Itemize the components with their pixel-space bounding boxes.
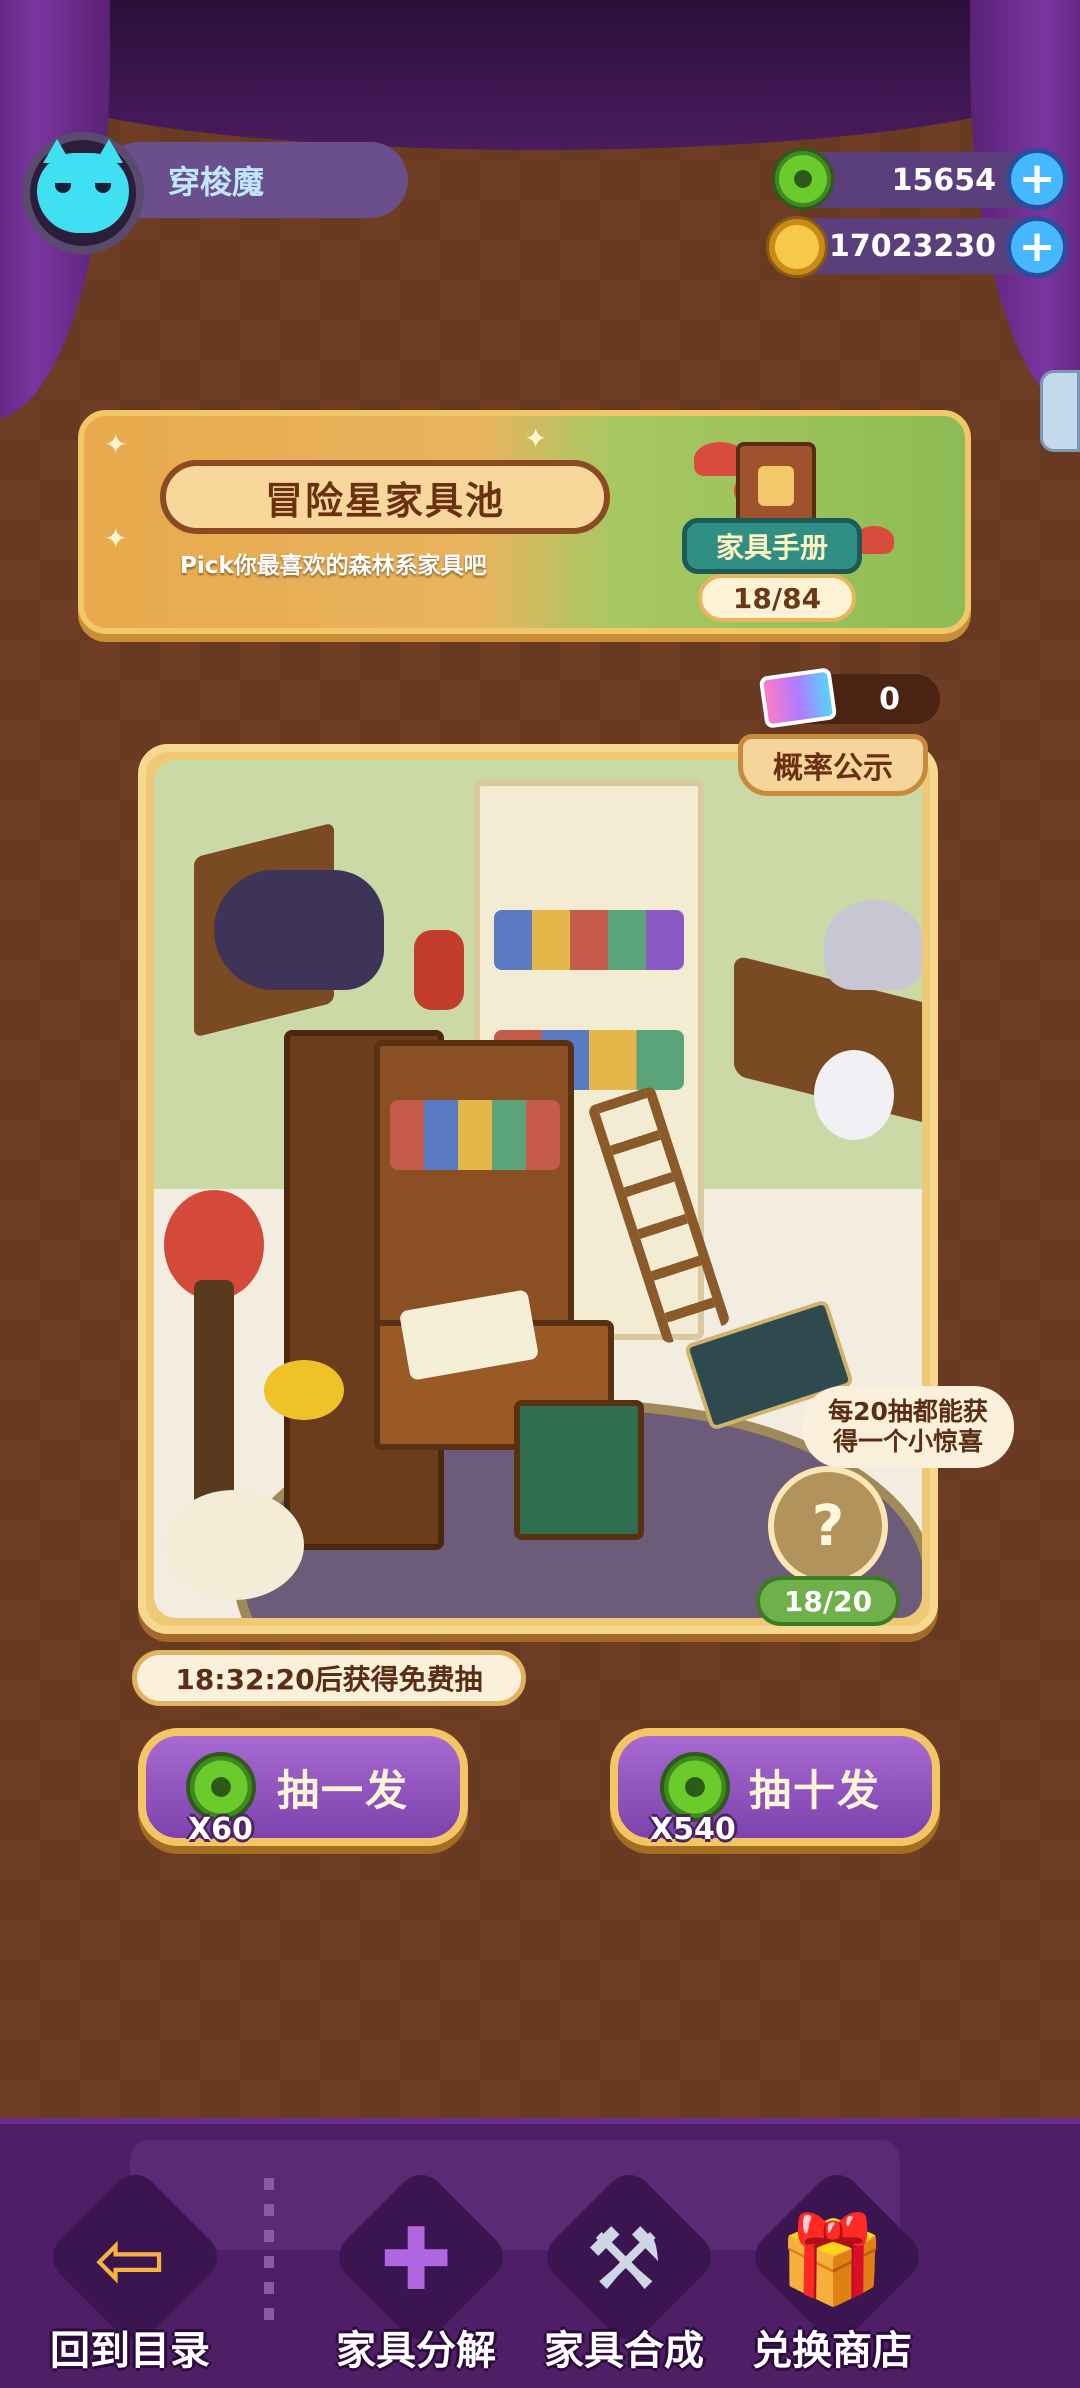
nav-craft-label: 家具合成 — [544, 2328, 704, 2374]
draw-ten-label: 抽十发 — [748, 1765, 881, 1815]
side-expand-tab[interactable] — [1040, 370, 1080, 452]
owl-nest — [824, 900, 922, 990]
question-icon[interactable]: ? — [768, 1466, 888, 1586]
plus-icon: + — [1018, 221, 1056, 272]
wooden-bookshelf — [374, 1040, 574, 1340]
draw-ten-cost: X540 — [650, 1812, 736, 1847]
sparkle-icon: ✦ — [104, 428, 128, 461]
add-green-coin-button[interactable]: + — [1006, 148, 1068, 210]
nav-divider — [264, 2178, 274, 2328]
sparkle-icon: ✦ — [524, 422, 548, 455]
lantern-decor — [414, 930, 464, 1010]
probability-button[interactable]: 概率公示 — [738, 734, 928, 796]
cat-avatar-icon[interactable] — [22, 132, 144, 254]
green-chair — [514, 1400, 644, 1540]
green-coin-amount: 15654 — [891, 162, 996, 198]
hammer-icon: ⚒ — [585, 2210, 663, 2310]
dragon-head-decor — [214, 870, 384, 990]
nav-furniture-craft[interactable]: ⚒ 家具合成 — [524, 2165, 724, 2380]
pool-banner: ✦ ✦ ✦ ✦ 冒险星家具池 Pick你最喜欢的森林系家具吧 家具手册 18/8… — [78, 410, 971, 634]
handbook-label: 家具手册 — [682, 518, 862, 574]
pool-subtitle: Pick你最喜欢的森林系家具吧 — [180, 553, 487, 579]
pool-title: 冒险星家具池 — [160, 460, 610, 534]
draw-one-cost: X60 — [188, 1812, 253, 1847]
books-row — [390, 1100, 560, 1170]
ticket-count: 0 — [879, 681, 900, 717]
ticket-icon — [758, 667, 838, 729]
gold-coin-amount: 17023230 — [829, 228, 996, 264]
bonus-progress: 18/20 — [756, 1576, 900, 1626]
puzzle-icon: ✚ — [379, 2210, 453, 2310]
handbook-count: 18/84 — [698, 574, 856, 622]
owl-decor — [814, 1050, 894, 1140]
nav-exchange-shop[interactable]: 🎁 兑换商店 — [732, 2165, 932, 2380]
back-arrow-star-icon: ⇦ — [93, 2210, 167, 2310]
skull-pot — [164, 1490, 304, 1600]
furniture-handbook-button[interactable]: 家具手册 18/84 — [682, 442, 862, 622]
add-gold-coin-button[interactable]: + — [1006, 216, 1068, 278]
plant-stem — [194, 1280, 234, 1520]
nav-back-label: 回到目录 — [50, 2328, 210, 2374]
flower-decor — [264, 1360, 344, 1420]
gold-coin-icon — [766, 216, 828, 278]
mystery-glyph: ? — [811, 1493, 845, 1559]
nav-decompose-label: 家具分解 — [336, 2328, 496, 2374]
sparkle-icon: ✦ — [104, 522, 128, 555]
nav-shop-label: 兑换商店 — [752, 2328, 912, 2374]
player-name: 穿梭魔 — [102, 142, 408, 218]
gift-icon: 🎁 — [778, 2210, 886, 2310]
green-donut-coin-icon — [772, 148, 834, 210]
nav-furniture-decompose[interactable]: ✚ 家具分解 — [316, 2165, 516, 2380]
books-row — [494, 910, 684, 970]
plus-icon: + — [1018, 153, 1056, 204]
draw-one-label: 抽一发 — [276, 1765, 409, 1815]
bonus-tip-bubble: 每20抽都能获得一个小惊喜 — [802, 1386, 1014, 1468]
free-draw-timer: 18:32:20后获得免费抽 — [132, 1650, 526, 1706]
nav-back-to-catalog[interactable]: ⇦ 回到目录 — [30, 2165, 230, 2380]
